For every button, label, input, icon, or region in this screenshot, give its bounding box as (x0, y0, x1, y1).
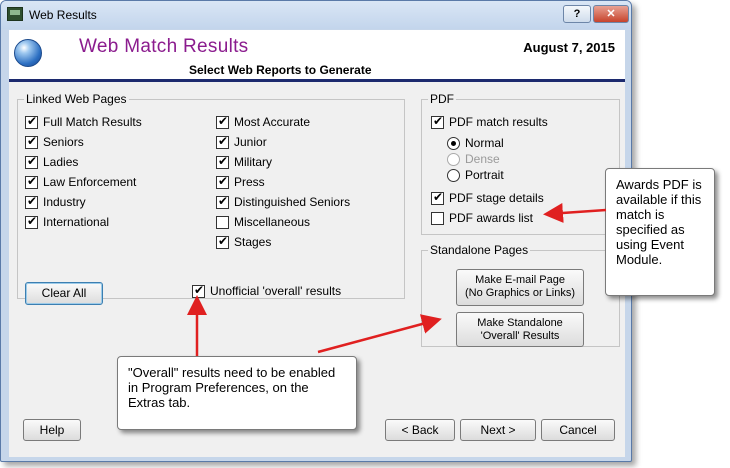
match-date: August 7, 2015 (523, 40, 615, 55)
header-panel: Web Match Results August 7, 2015 Select … (9, 30, 625, 79)
unofficial-overall-label: Unofficial 'overall' results (210, 284, 342, 298)
unofficial-overall-box[interactable] (192, 283, 205, 298)
standalone-pages-group: Standalone Pages Make E-mail Page (No Gr… (421, 243, 620, 347)
checkbox-box-stages[interactable] (216, 234, 229, 249)
make-email-page-line1: Make E-mail Page (475, 274, 565, 286)
checkbox-box-distinguished-seniors[interactable] (216, 194, 229, 209)
checkbox-label-press: Press (234, 175, 265, 189)
title-close-button[interactable]: ✕ (593, 5, 629, 23)
back-button[interactable]: < Back (385, 419, 455, 441)
checkbox-box-full-match-results[interactable] (25, 114, 38, 129)
checkbox-label-junior: Junior (234, 135, 267, 149)
radio-dot-normal[interactable] (447, 137, 460, 150)
make-standalone-overall-button[interactable]: Make Standalone 'Overall' Results (456, 312, 584, 347)
checkbox-label-military: Military (234, 155, 272, 169)
pdf-group-label: PDF (428, 92, 456, 106)
pdf-stage-details-box[interactable] (431, 190, 444, 205)
checkbox-label-seniors: Seniors (43, 135, 84, 149)
cancel-button[interactable]: Cancel (541, 419, 615, 441)
radio-label-dense: Dense (465, 152, 500, 166)
next-button[interactable]: Next > (460, 419, 536, 441)
linked-web-pages-label: Linked Web Pages (24, 92, 129, 106)
checkbox-label-most-accurate: Most Accurate (234, 115, 311, 129)
checkbox-box-junior[interactable] (216, 134, 229, 149)
pdf-stage-details-label: PDF stage details (449, 191, 544, 205)
make-standalone-line1: Make Standalone (477, 317, 563, 329)
header-divider (9, 79, 625, 82)
checkbox-label-ladies: Ladies (43, 155, 79, 169)
checkbox-label-industry: Industry (43, 195, 86, 209)
checkbox-box-international[interactable] (25, 214, 38, 229)
page-subtitle: Select Web Reports to Generate (189, 63, 372, 77)
pdf-awards-list-label: PDF awards list (449, 211, 534, 225)
checkbox-box-industry[interactable] (25, 194, 38, 209)
checkbox-box-seniors[interactable] (25, 134, 38, 149)
make-standalone-line2: 'Overall' Results (480, 330, 560, 342)
radio-dot-dense (447, 153, 460, 166)
pdf-awards-list-box[interactable] (431, 212, 444, 225)
title-help-button[interactable]: ? (563, 5, 591, 23)
radio-label-normal: Normal (465, 136, 504, 150)
make-email-page-button[interactable]: Make E-mail Page (No Graphics or Links) (456, 269, 584, 306)
linked-web-pages-group: Linked Web Pages Full Match Results Senio… (17, 92, 405, 305)
globe-icon (14, 39, 42, 67)
checkbox-label-distinguished-seniors: Distinguished Seniors (234, 195, 351, 209)
checkbox-box-miscellaneous[interactable] (216, 216, 229, 229)
checkbox-box-ladies[interactable] (25, 154, 38, 169)
checkbox-box-most-accurate[interactable] (216, 114, 229, 129)
checkbox-label-full-match-results: Full Match Results (43, 115, 142, 129)
checkbox-label-stages: Stages (234, 235, 272, 249)
standalone-pages-label: Standalone Pages (428, 243, 531, 257)
window-title: Web Results (29, 8, 97, 22)
checkbox-box-military[interactable] (216, 154, 229, 169)
make-email-page-line2: (No Graphics or Links) (464, 287, 576, 299)
radio-label-portrait: Portrait (465, 168, 504, 182)
pdf-group: PDF PDF match results Normal Dense Portrai… (421, 92, 620, 235)
app-icon (7, 7, 23, 21)
overall-results-callout: "Overall" results need to be enabled in … (117, 356, 357, 430)
page-title: Web Match Results (79, 36, 249, 57)
awards-pdf-callout: Awards PDF is available if this match is… (605, 168, 715, 296)
checkbox-label-law-enforcement: Law Enforcement (43, 175, 137, 189)
checkbox-box-press[interactable] (216, 174, 229, 189)
clear-all-button[interactable]: Clear All (25, 282, 103, 305)
help-button[interactable]: Help (23, 419, 81, 441)
pdf-match-results-box[interactable] (431, 114, 444, 129)
checkbox-label-international: International (43, 215, 110, 229)
title-bar: Web Results ? ✕ (1, 1, 631, 29)
checkbox-label-miscellaneous: Miscellaneous (234, 215, 311, 229)
pdf-match-results-label: PDF match results (449, 115, 548, 129)
checkbox-box-law-enforcement[interactable] (25, 174, 38, 189)
radio-dot-portrait[interactable] (447, 169, 460, 182)
